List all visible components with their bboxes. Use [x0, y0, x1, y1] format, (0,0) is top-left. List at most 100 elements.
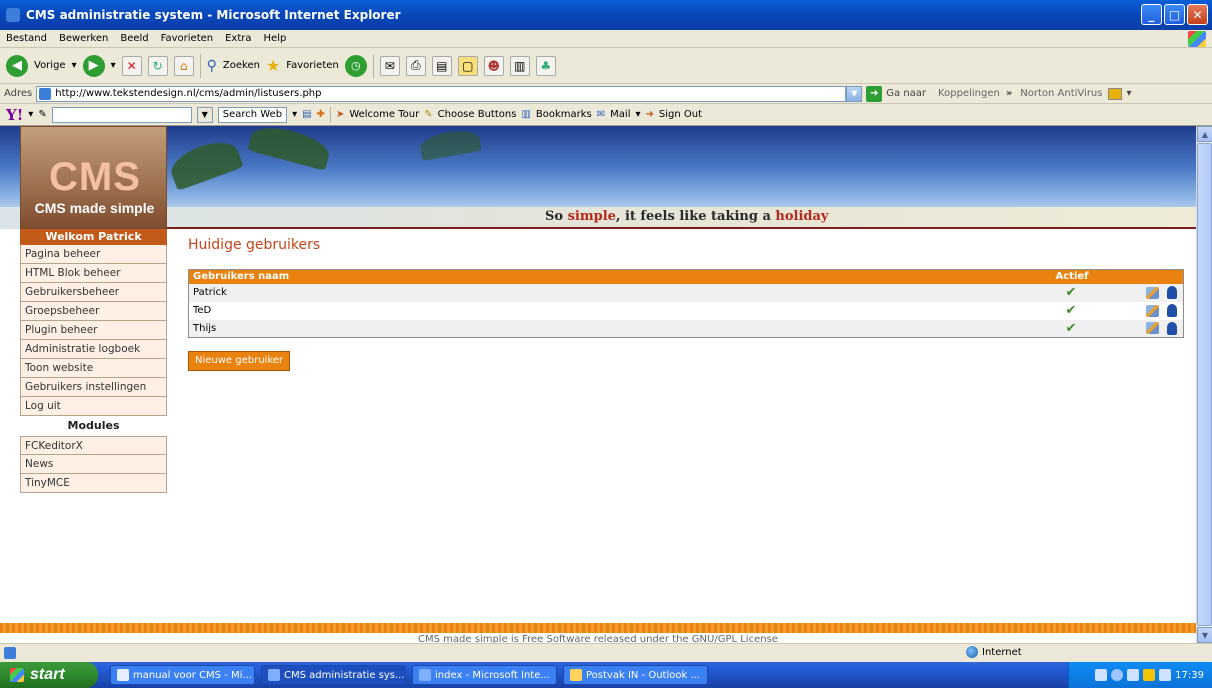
- delete-icon[interactable]: [1166, 304, 1177, 317]
- start-button[interactable]: start: [0, 662, 98, 688]
- sidebar-item-groepsbeheer[interactable]: Groepsbeheer: [20, 302, 167, 321]
- favorites-star-icon[interactable]: ★: [266, 56, 280, 75]
- address-dropdown-icon[interactable]: ▼: [846, 85, 863, 102]
- history-icon[interactable]: ◷: [344, 54, 367, 77]
- sidebar-item-news[interactable]: News: [20, 455, 167, 474]
- edit-icon[interactable]: [1145, 304, 1159, 317]
- search-icon[interactable]: ⚲: [207, 58, 217, 74]
- welcome-tour-link[interactable]: Welcome Tour: [349, 109, 419, 120]
- sidebar-item-fckeditorx[interactable]: FCKeditorX: [20, 436, 167, 455]
- menu-extra[interactable]: Extra: [225, 33, 251, 44]
- pop-up-blocker-icon[interactable]: ✚: [317, 109, 325, 120]
- vertical-scrollbar[interactable]: ▲ ▼: [1196, 126, 1212, 643]
- cms-logo[interactable]: CMS CMS made simple: [20, 126, 167, 229]
- refresh-icon[interactable]: ↻: [147, 55, 168, 76]
- taskbar-item-word[interactable]: manual voor CMS - Mi...: [110, 665, 255, 685]
- go-arrow-icon[interactable]: ➔: [866, 85, 883, 102]
- close-button[interactable]: ✕: [1187, 4, 1208, 25]
- volume-icon[interactable]: [1127, 669, 1140, 681]
- mail-link[interactable]: Mail: [610, 109, 630, 120]
- sidebar-item-toon-website[interactable]: Toon website: [20, 359, 167, 378]
- messenger-icon[interactable]: ☻: [483, 55, 504, 76]
- norton-dropdown-icon[interactable]: ▾: [1126, 88, 1131, 99]
- norton-label[interactable]: Norton AntiVirus: [1020, 88, 1102, 99]
- edit-page-icon[interactable]: ▤: [431, 55, 452, 76]
- active-check-icon[interactable]: ✔: [1056, 321, 1077, 336]
- yahoo-search-dropdown-icon[interactable]: ▼: [196, 106, 213, 123]
- norton-icon[interactable]: [1108, 87, 1123, 100]
- chevron-right-icon[interactable]: »: [1006, 88, 1012, 99]
- back-label[interactable]: Vorige: [34, 60, 66, 71]
- sidebar-item-log-uit[interactable]: Log uit: [20, 397, 167, 416]
- delete-icon[interactable]: [1166, 286, 1177, 299]
- minimize-button[interactable]: _: [1141, 4, 1162, 25]
- scrollbar-thumb[interactable]: [1197, 143, 1212, 626]
- forward-dropdown-icon[interactable]: ▾: [111, 60, 116, 71]
- taskbar-item-outlook[interactable]: Postvak IN - Outlook ...: [563, 665, 708, 685]
- welcome-tour-icon[interactable]: ➤: [336, 109, 344, 120]
- search-web-dropdown-icon[interactable]: ▾: [292, 109, 297, 120]
- clock[interactable]: 17:39: [1175, 670, 1204, 681]
- menu-favorieten[interactable]: Favorieten: [161, 33, 213, 44]
- menu-bestand[interactable]: Bestand: [6, 33, 47, 44]
- scroll-up-icon[interactable]: ▲: [1197, 126, 1212, 142]
- research-icon[interactable]: ▥: [509, 55, 530, 76]
- address-url[interactable]: http://www.tekstendesign.nl/cms/admin/li…: [55, 88, 321, 99]
- sidebar-item-tinymce[interactable]: TinyMCE: [20, 474, 167, 493]
- pencil-icon[interactable]: ✎: [38, 109, 46, 120]
- yahoo-dropdown-icon[interactable]: ▾: [28, 109, 33, 120]
- sign-out-link[interactable]: Sign Out: [659, 109, 702, 120]
- yahoo-search-input[interactable]: [51, 106, 192, 123]
- yahoo-logo-icon[interactable]: Y!: [6, 106, 23, 124]
- mail-icon[interactable]: ✉: [379, 55, 400, 76]
- back-arrow-icon[interactable]: ◀: [6, 54, 28, 77]
- new-user-button[interactable]: Nieuwe gebruiker: [188, 351, 291, 371]
- back-dropdown-icon[interactable]: ▾: [72, 60, 77, 71]
- bookmarks-icon[interactable]: ▥: [521, 109, 530, 120]
- menu-beeld[interactable]: Beeld: [120, 33, 148, 44]
- user-name-link[interactable]: Patrick: [188, 283, 1052, 302]
- mail-dropdown-icon[interactable]: ▾: [635, 109, 640, 120]
- taskbar-item-index-ie[interactable]: index - Microsoft Inte...: [412, 665, 557, 685]
- mail-envelope-icon[interactable]: ✉: [597, 109, 605, 120]
- user-name-link[interactable]: Thijs: [188, 319, 1052, 338]
- sidebar-item-pagina-beheer[interactable]: Pagina beheer: [20, 245, 167, 264]
- sign-out-icon[interactable]: ➜: [646, 109, 654, 120]
- people-icon[interactable]: ♣: [535, 55, 556, 76]
- back-arrow-icon[interactable]: [1111, 669, 1124, 681]
- search-web-button[interactable]: Search Web: [217, 106, 288, 123]
- scroll-down-icon[interactable]: ▼: [1197, 627, 1212, 643]
- favorites-label[interactable]: Favorieten: [286, 60, 338, 71]
- links-label[interactable]: Koppelingen: [938, 88, 1000, 99]
- stop-icon[interactable]: ✕: [121, 55, 142, 76]
- home-icon[interactable]: ⌂: [173, 55, 194, 76]
- user-name-link[interactable]: TeD: [188, 301, 1052, 320]
- edit-icon[interactable]: [1145, 322, 1159, 335]
- forward-arrow-icon[interactable]: ▶: [82, 54, 105, 77]
- connection-icon[interactable]: [1159, 669, 1172, 681]
- sidebar-item-gebruikersbeheer[interactable]: Gebruikersbeheer: [20, 283, 167, 302]
- menu-bewerken[interactable]: Bewerken: [59, 33, 108, 44]
- sidebar-item-html-blok-beheer[interactable]: HTML Blok beheer: [20, 264, 167, 283]
- active-check-icon[interactable]: ✔: [1056, 285, 1077, 300]
- go-button[interactable]: Ga naar: [886, 88, 926, 99]
- print-icon[interactable]: ⎙: [405, 55, 426, 76]
- choose-buttons-icon[interactable]: ✎: [424, 109, 432, 120]
- network-icon[interactable]: [1095, 669, 1108, 681]
- active-check-icon[interactable]: ✔: [1056, 303, 1077, 318]
- taskbar-item-cms-ie[interactable]: CMS administratie sys...: [261, 665, 406, 685]
- notes-icon[interactable]: ▢: [457, 55, 478, 76]
- menu-help[interactable]: Help: [264, 33, 287, 44]
- sidebar-item-gebruikers-instellingen[interactable]: Gebruikers instellingen: [20, 378, 167, 397]
- search-label[interactable]: Zoeken: [223, 60, 260, 71]
- bookmarks-link[interactable]: Bookmarks: [536, 109, 592, 120]
- delete-icon[interactable]: [1166, 321, 1177, 335]
- highlight-icon[interactable]: ▤: [302, 109, 311, 120]
- antivirus-icon[interactable]: [1143, 669, 1156, 681]
- sidebar-item-plugin-beheer[interactable]: Plugin beheer: [20, 321, 167, 340]
- address-input[interactable]: http://www.tekstendesign.nl/cms/admin/li…: [36, 85, 847, 102]
- choose-buttons-link[interactable]: Choose Buttons: [438, 109, 517, 120]
- sidebar-item-administratie-logboek[interactable]: Administratie logboek: [20, 340, 167, 359]
- edit-icon[interactable]: [1145, 286, 1159, 299]
- maximize-button[interactable]: □: [1164, 4, 1185, 25]
